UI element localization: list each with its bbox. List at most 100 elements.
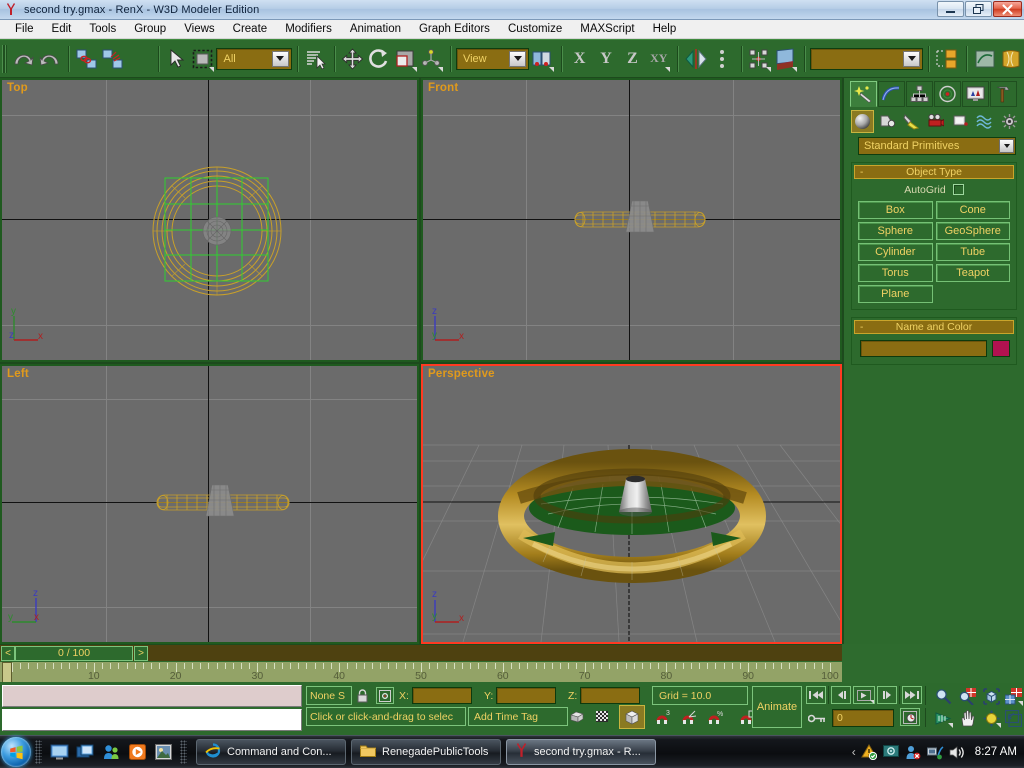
previous-frame-button[interactable] bbox=[831, 686, 851, 704]
menu-help[interactable]: Help bbox=[644, 21, 686, 37]
task-command-and-conquer[interactable]: Command and Con... bbox=[196, 739, 346, 765]
z-coordinate-field[interactable] bbox=[580, 687, 640, 704]
arc-rotate-icon[interactable] bbox=[980, 707, 1002, 729]
hierarchy-tab[interactable] bbox=[906, 81, 933, 107]
select-and-move-icon[interactable] bbox=[341, 45, 365, 73]
geosphere-button[interactable]: GeoSphere bbox=[936, 222, 1011, 240]
geometry-icon[interactable] bbox=[852, 111, 873, 132]
material-editor-icon[interactable] bbox=[999, 45, 1023, 73]
torus-button[interactable]: Torus bbox=[858, 264, 933, 282]
restore-button[interactable] bbox=[965, 1, 992, 17]
menu-views[interactable]: Views bbox=[175, 21, 223, 37]
layer-manager-icon[interactable] bbox=[935, 45, 959, 73]
use-center-flyout-icon[interactable] bbox=[530, 45, 554, 73]
tube-button[interactable]: Tube bbox=[936, 243, 1011, 261]
redo-arrow-icon[interactable] bbox=[38, 45, 62, 73]
maxscript-mini-input[interactable] bbox=[2, 709, 302, 731]
perspective-viewport[interactable]: Perspective bbox=[421, 364, 842, 644]
subcategory-dropdown[interactable]: Standard Primitives bbox=[858, 137, 1016, 155]
collapse-icon[interactable]: - bbox=[860, 323, 863, 332]
add-time-tag-button[interactable]: Add Time Tag bbox=[468, 707, 568, 726]
collapse-icon[interactable]: - bbox=[860, 168, 863, 177]
restrict-x-axis-button[interactable]: X bbox=[568, 45, 592, 73]
shapes-icon[interactable] bbox=[876, 111, 897, 132]
minimize-button[interactable] bbox=[937, 1, 964, 17]
zoom-extents-all-icon[interactable] bbox=[1002, 685, 1024, 707]
left-viewport[interactable]: Left bbox=[0, 364, 419, 644]
cylinder-button[interactable]: Cylinder bbox=[858, 243, 933, 261]
go-to-start-button[interactable] bbox=[806, 686, 826, 704]
autogrid-checkbox[interactable] bbox=[953, 184, 964, 195]
key-mode-toggle-icon[interactable] bbox=[806, 709, 828, 727]
messenger-icon[interactable] bbox=[100, 741, 122, 763]
create-tab[interactable] bbox=[850, 81, 877, 107]
isolate-selection-icon[interactable] bbox=[566, 707, 588, 727]
antivirus-icon[interactable] bbox=[905, 744, 922, 761]
selection-filter-combo[interactable]: All bbox=[216, 48, 291, 70]
object-name-input[interactable] bbox=[860, 340, 987, 357]
object-type-header[interactable]: - Object Type bbox=[854, 165, 1014, 179]
restrict-plane-button[interactable]: XY bbox=[647, 45, 671, 73]
named-selection-sets-combo[interactable] bbox=[810, 48, 923, 70]
menu-file[interactable]: File bbox=[6, 21, 43, 37]
task-renegade-public-tools[interactable]: RenegadePublicTools bbox=[351, 739, 501, 765]
select-by-name-icon[interactable] bbox=[303, 45, 327, 73]
space-warps-icon[interactable] bbox=[974, 111, 995, 132]
zoom-all-icon[interactable] bbox=[956, 685, 978, 707]
photo-viewer-icon[interactable] bbox=[152, 741, 174, 763]
display-settings-icon[interactable] bbox=[883, 744, 900, 761]
zoom-extents-icon[interactable] bbox=[980, 685, 1002, 707]
helpers-icon[interactable] bbox=[950, 111, 971, 132]
chevron-down-icon[interactable] bbox=[999, 139, 1014, 153]
maxscript-mini-listener[interactable] bbox=[2, 685, 302, 707]
selection-lock-icon[interactable] bbox=[354, 687, 370, 704]
lights-icon[interactable] bbox=[901, 111, 922, 132]
angle-snap-toggle-icon[interactable] bbox=[678, 707, 700, 727]
menu-animation[interactable]: Animation bbox=[341, 21, 410, 37]
reference-coordinate-combo[interactable]: View bbox=[456, 48, 529, 70]
name-and-color-header[interactable]: - Name and Color bbox=[854, 320, 1014, 334]
next-frame-button[interactable] bbox=[877, 686, 897, 704]
network-icon[interactable] bbox=[927, 744, 944, 761]
menu-maxscript[interactable]: MAXScript bbox=[571, 21, 643, 37]
select-and-link-icon[interactable] bbox=[75, 45, 99, 73]
field-of-view-icon[interactable] bbox=[932, 707, 954, 729]
current-frame-input[interactable]: 0 bbox=[832, 709, 894, 727]
mirror-icon[interactable] bbox=[774, 45, 798, 73]
windows-start-orb-icon[interactable] bbox=[1, 737, 31, 767]
percent-snap-toggle-icon[interactable]: % bbox=[704, 707, 726, 727]
menu-customize[interactable]: Customize bbox=[499, 21, 571, 37]
next-frame-arrow[interactable]: > bbox=[134, 646, 148, 661]
utilities-tab[interactable] bbox=[990, 81, 1017, 107]
menu-group[interactable]: Group bbox=[125, 21, 175, 37]
selection-lock-toggle-icon[interactable] bbox=[592, 707, 614, 727]
select-and-rotate-icon[interactable] bbox=[367, 45, 391, 73]
go-to-end-button[interactable] bbox=[902, 686, 922, 704]
menu-modifiers[interactable]: Modifiers bbox=[276, 21, 341, 37]
track-bar-handle[interactable] bbox=[2, 662, 12, 683]
undo-arrow-icon[interactable] bbox=[11, 45, 35, 73]
quicklaunch-grip[interactable] bbox=[35, 740, 42, 764]
show-desktop-icon[interactable] bbox=[48, 741, 70, 763]
menu-tools[interactable]: Tools bbox=[80, 21, 125, 37]
volume-icon[interactable] bbox=[949, 744, 966, 761]
chevron-down-icon[interactable] bbox=[272, 51, 289, 67]
menu-graph-editors[interactable]: Graph Editors bbox=[410, 21, 499, 37]
taskbar-clock[interactable]: 8:27 AM bbox=[975, 746, 1017, 758]
use-pivot-point-center-icon[interactable] bbox=[420, 45, 444, 73]
object-color-swatch[interactable] bbox=[992, 340, 1010, 357]
pan-hand-icon[interactable] bbox=[956, 707, 978, 729]
cameras-icon[interactable] bbox=[925, 111, 946, 132]
front-viewport[interactable]: Front bbox=[421, 78, 842, 362]
min-max-toggle-icon[interactable] bbox=[1002, 707, 1024, 729]
toolbar-grip[interactable] bbox=[2, 45, 7, 73]
media-player-icon[interactable] bbox=[126, 741, 148, 763]
unlink-selection-icon[interactable] bbox=[101, 45, 125, 73]
snaps-toggle-icon[interactable] bbox=[747, 45, 771, 73]
y-coordinate-field[interactable] bbox=[496, 687, 556, 704]
modify-tab[interactable] bbox=[878, 81, 905, 107]
sphere-button[interactable]: Sphere bbox=[858, 222, 933, 240]
switch-windows-icon[interactable] bbox=[74, 741, 96, 763]
restrict-z-axis-button[interactable]: Z bbox=[620, 45, 644, 73]
taskband-grip[interactable] bbox=[180, 740, 187, 764]
